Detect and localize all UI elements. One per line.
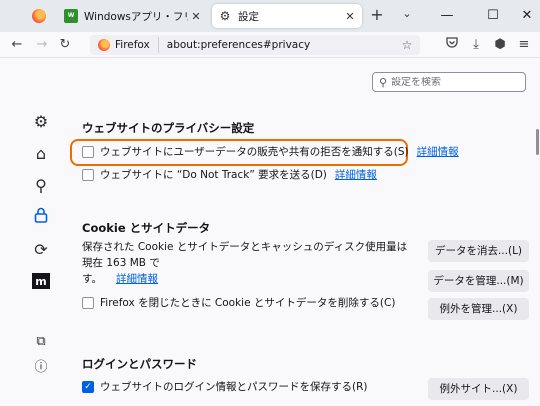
firefox-logo-icon [32, 9, 46, 23]
login-heading: ログインとパスワード [82, 357, 197, 371]
search-icon: ⚲ [379, 75, 388, 89]
clear-data-button[interactable]: データを消去...(L) [428, 240, 529, 262]
gear-icon[interactable]: ⚙ [30, 111, 52, 133]
save-logins-label[interactable]: ウェブサイトのログイン情報とパスワードを保存する(R) [100, 379, 368, 394]
maximize-button[interactable]: ☐ [482, 6, 504, 26]
lock-icon[interactable] [30, 207, 52, 229]
pocket-icon[interactable] [443, 36, 461, 54]
tab-settings[interactable]: ⚙ 設定 ✕ [212, 4, 362, 28]
reload-icon[interactable]: ↻ [56, 36, 74, 54]
dnt-checkbox[interactable] [82, 168, 94, 181]
puzzle-icon[interactable]: ⧉ [30, 331, 52, 353]
gpc-learn-more-link[interactable]: 詳細情報 [417, 144, 459, 159]
green-app-icon: W [64, 9, 78, 23]
identity-label: Firefox [115, 39, 150, 51]
cookie-learn-more-link[interactable]: 詳細情報 [116, 273, 158, 285]
gear-icon: ⚙ [219, 9, 231, 23]
forward-arrow-icon[interactable]: → [33, 36, 51, 54]
close-tab-icon[interactable]: ✕ [342, 10, 358, 23]
mozilla-icon[interactable]: m [30, 273, 52, 295]
gpc-label[interactable]: ウェブサイトにユーザーデータの販売や共有の拒否を通知する(S) [100, 144, 409, 159]
dnt-label[interactable]: ウェブサイトに “Do Not Track” 要求を送る(D) [100, 167, 327, 182]
close-window-button[interactable]: ✕ [516, 6, 538, 26]
save-logins-row: ✓ ウェブサイトのログイン情報とパスワードを保存する(R) [82, 379, 368, 394]
settings-search[interactable]: ⚲ [372, 72, 526, 92]
tab-title: Windowsアプリ・フリーソフトのおすすめ [84, 10, 188, 23]
help-icon[interactable]: ⓘ [30, 357, 52, 379]
sync-icon[interactable]: ⟳ [30, 239, 52, 261]
dnt-row: ウェブサイトに “Do Not Track” 要求を送る(D) 詳細情報 [82, 167, 377, 182]
nav-bar: ← → ↻ Firefox about:preferences#privacy … [0, 32, 540, 58]
delete-on-close-row: Firefox を閉じたときに Cookie とサイトデータを削除する(C) [82, 295, 395, 310]
search-icon[interactable]: ⚲ [30, 175, 52, 197]
downloads-icon[interactable]: ⤓ [467, 36, 485, 54]
svg-text:m: m [35, 275, 46, 288]
save-logins-checkbox[interactable]: ✓ [82, 380, 94, 393]
tab-title: 設定 [238, 10, 259, 23]
cookie-description: 保存された Cookie とサイトデータとキャッシュのディスク使用量は現在 16… [82, 239, 412, 287]
firefox-logo-icon [98, 39, 110, 51]
search-input[interactable] [391, 76, 512, 88]
cookie-heading: Cookie とサイトデータ [82, 221, 211, 235]
tab-windows-apps[interactable]: W Windowsアプリ・フリーソフトのおすすめ ✕ [58, 4, 208, 28]
close-tab-icon[interactable]: ✕ [188, 10, 204, 23]
login-exceptions-button[interactable]: 例外サイト...(X) [428, 378, 529, 400]
new-tab-button[interactable]: + [367, 6, 387, 26]
home-icon[interactable]: ⌂ [30, 143, 52, 165]
privacy-heading: ウェブサイトのプライバシー設定 [82, 121, 255, 135]
url-text[interactable]: about:preferences#privacy [167, 39, 398, 51]
bookmark-star-icon[interactable]: ☆ [398, 38, 416, 52]
scrollbar-thumb[interactable] [536, 129, 539, 155]
identity-box[interactable]: Firefox [90, 37, 159, 53]
list-all-tabs-button[interactable]: ⌄ [398, 7, 416, 25]
gpc-row: ウェブサイトにユーザーデータの販売や共有の拒否を通知する(S) 詳細情報 [82, 144, 459, 159]
back-arrow-icon[interactable]: ← [8, 36, 26, 54]
cookie-description-line2: す。 [82, 273, 102, 285]
cookie-description-line1: 保存された Cookie とサイトデータとキャッシュのディスク使用量は現在 16… [82, 241, 408, 269]
extension-icon[interactable]: ⬢ [491, 36, 509, 54]
hamburger-menu-icon[interactable]: ≡ [515, 36, 533, 54]
dnt-learn-more-link[interactable]: 詳細情報 [335, 167, 377, 182]
tab-strip: W Windowsアプリ・フリーソフトのおすすめ ✕ ⚙ 設定 ✕ + ⌄ — … [0, 0, 540, 32]
firefox-view-tab[interactable] [22, 4, 56, 28]
delete-on-close-checkbox[interactable] [82, 296, 94, 309]
url-bar[interactable]: Firefox about:preferences#privacy ☆ [90, 35, 420, 55]
manage-data-button[interactable]: データを管理...(M) [428, 270, 529, 292]
delete-on-close-label[interactable]: Firefox を閉じたときに Cookie とサイトデータを削除する(C) [100, 295, 395, 310]
minimize-button[interactable]: — [436, 6, 458, 26]
gpc-checkbox[interactable] [82, 145, 94, 158]
manage-exceptions-button[interactable]: 例外を管理...(X) [428, 298, 529, 320]
preferences-content: ⚲ ⚙ ⌂ ⚲ ⟳ m ⧉ ⓘ ウェブサイトのプライバシー設定 ウェブサイトにユ… [0, 59, 540, 406]
